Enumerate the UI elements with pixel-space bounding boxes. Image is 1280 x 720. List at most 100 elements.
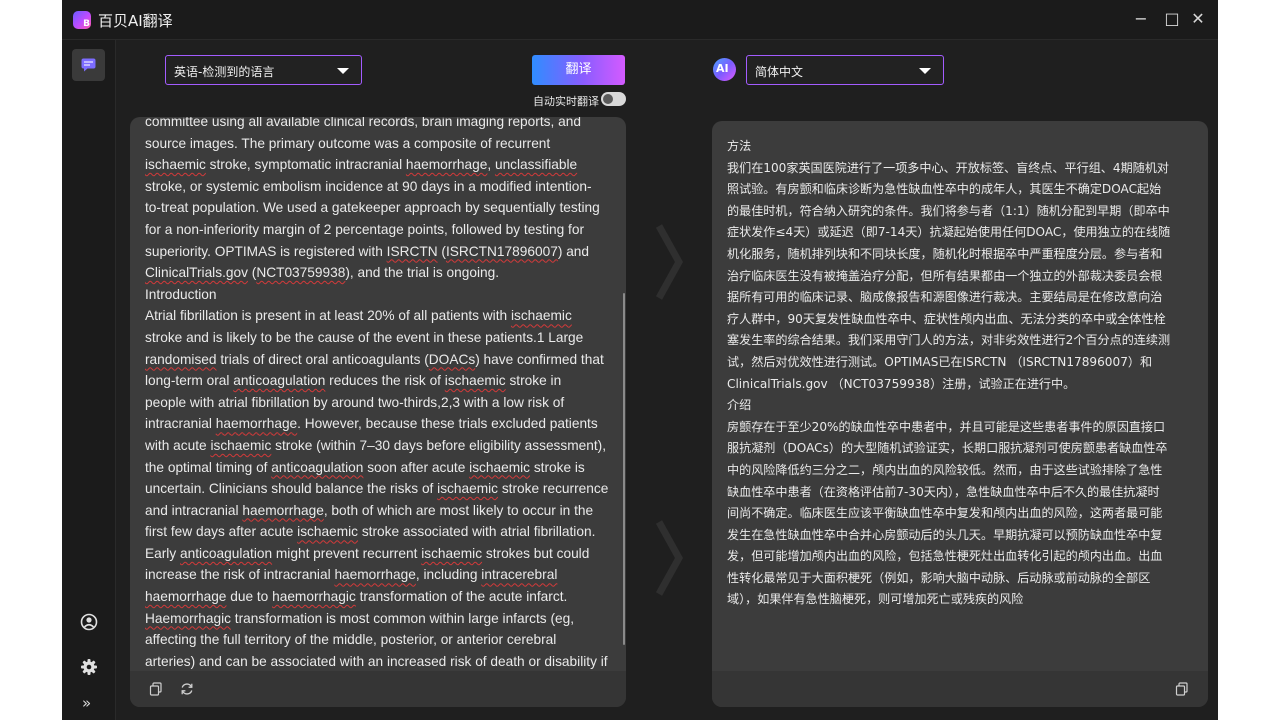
text-segment: transformation is most common within lar… bbox=[230, 610, 575, 626]
source-language-label: 英语-检测到的语言 bbox=[174, 65, 275, 79]
misspelled-word: anticoagulation bbox=[271, 459, 364, 475]
translation-line: 照试验。有房颤和临床诊断为急性缺血性卒中的成年人，其医生不确定DOAC起始 bbox=[727, 182, 1162, 197]
user-circle-icon[interactable] bbox=[79, 612, 99, 632]
source-line: randomised trials of direct oral anticoa… bbox=[145, 349, 611, 371]
translation-line: 塞发生率的综合结果。我们采用守门人的方法，对非劣效性进行2个百分点的连续测 bbox=[727, 333, 1171, 348]
translation-line: 域），如果伴有急性脑梗死，则可增加死亡或残疾的风险 bbox=[727, 592, 1024, 607]
source-line: with acute ischaemic stroke (within 7–30… bbox=[145, 435, 611, 457]
text-segment: , including bbox=[415, 567, 482, 583]
misspelled-word: haemorrhage bbox=[405, 157, 488, 173]
translation-line: 方法 bbox=[727, 139, 752, 153]
source-line: and intracranial haemorrhage, both of wh… bbox=[145, 500, 611, 522]
close-button[interactable]: ✕ bbox=[1187, 8, 1209, 30]
text-segment: , bbox=[487, 157, 495, 173]
source-line: affecting the full territory of the midd… bbox=[145, 629, 611, 651]
text-segment: the optimal timing of bbox=[145, 459, 272, 475]
translation-line: 缺血性卒中患者（在资格评估前7-30天内），急性缺血性卒中后不久的最佳抗凝时 bbox=[727, 484, 1160, 499]
source-language-select[interactable]: 英语-检测到的语言 bbox=[165, 55, 362, 85]
translation-line: 疗人群中，90天复发性缺血性卒中、症状性颅内出血、无法分类的卒中或全体性栓 bbox=[727, 311, 1166, 326]
text-segment: first few days after acute bbox=[145, 524, 298, 540]
text-segment: increase the risk of intracranial bbox=[145, 567, 335, 583]
translation-line: 房颤存在于至少20%的缺血性卒中患者中，并且可能是这些患者事件的原因直接口 bbox=[727, 419, 1166, 434]
source-line: to-treat population. We used a gatekeepe… bbox=[145, 197, 611, 219]
text-segment: arteries) and can be associated with an … bbox=[145, 653, 608, 669]
text-segment: to-treat population. We used a gatekeepe… bbox=[145, 200, 600, 216]
text-segment: stroke associated with atrial fibrillati… bbox=[358, 524, 596, 540]
translation-line: 治疗临床医生没有被掩盖治疗分配，但所有结果都由一个独立的外部裁决委员会根 bbox=[727, 268, 1163, 283]
text-segment: stroke and is likely to be the cause of … bbox=[145, 329, 584, 345]
translation-line: 试，然后对优效性进行测试。OPTIMAS已在ISRCTN （ISRCTN1789… bbox=[727, 354, 1153, 369]
text-segment: stroke, or systemic embolism incidence a… bbox=[145, 178, 592, 194]
misspelled-word: haemorrhage bbox=[334, 567, 416, 583]
text-segment: stroke recurrence bbox=[498, 481, 609, 497]
text-segment: Introduction bbox=[145, 286, 217, 302]
source-line: the optimal timing of anticoagulation so… bbox=[145, 457, 611, 479]
text-segment: for a non-inferiority margin of 2 percen… bbox=[145, 221, 584, 237]
text-segment: ) and bbox=[557, 243, 590, 259]
gear-icon[interactable] bbox=[79, 657, 99, 677]
auto-translate-toggle[interactable] bbox=[601, 92, 626, 106]
source-line: stroke and is likely to be the cause of … bbox=[145, 327, 611, 349]
text-segment: trials of direct oral anticoagulants ( bbox=[216, 351, 429, 367]
translation-line: 发生在急性缺血性卒中合并心房颤动后的头几天。早期抗凝可以预防缺血性卒中复 bbox=[727, 527, 1163, 542]
minimize-button[interactable]: − bbox=[1130, 8, 1152, 30]
translation-line: 的最佳时机，符合纳入研究的条件。我们将参与者（1:1）随机分配到早期（即卒中 bbox=[727, 203, 1170, 218]
source-line: first few days after acute ischaemic str… bbox=[145, 521, 611, 543]
text-segment: and intracranial bbox=[145, 502, 243, 518]
text-segment: transformation of the acute infarct. bbox=[355, 589, 568, 605]
translation-line: 间尚不确定。临床医生应该平衡缺血性卒中复发和颅内出血的风险，这两者最可能 bbox=[727, 506, 1163, 521]
translation-line: 服抗凝剂（DOACs）的大型随机试验证实，长期口服抗凝剂可使房颤患者缺血性卒 bbox=[727, 441, 1168, 456]
source-scrollbar[interactable] bbox=[623, 293, 625, 645]
refresh-icon[interactable] bbox=[180, 682, 194, 696]
translation-line: 介绍 bbox=[727, 398, 752, 413]
chevron-right-icon bbox=[655, 224, 684, 300]
translation-line: 中的风险降低约三分之二，颅内出血的风险较低。然而，由于这些试验排除了急性 bbox=[727, 462, 1163, 477]
translation-text-area[interactable]: 方法 我们在100家英国医院进行了一项多中心、开放标签、盲终点、平行组、4期随机对… bbox=[727, 136, 1197, 611]
ai-badge-text: AI bbox=[716, 62, 729, 75]
source-text-panel[interactable]: committee using all available clinical r… bbox=[130, 117, 626, 707]
text-segment: superiority. OPTIMAS is registered with bbox=[145, 243, 387, 259]
misspelled-word: ischaemic bbox=[421, 545, 483, 561]
ai-engine-icon[interactable]: AI bbox=[713, 58, 736, 81]
misspelled-word: ischaemic bbox=[145, 157, 206, 173]
text-segment: uncertain. Clinicians should balance the… bbox=[145, 481, 438, 497]
misspelled-word: haemorrhage bbox=[145, 589, 227, 605]
source-panel-footer bbox=[130, 671, 626, 707]
sidebar-item-translate[interactable] bbox=[72, 49, 105, 81]
copy-icon[interactable] bbox=[1175, 682, 1189, 696]
app-title: 百贝AI翻译 bbox=[98, 12, 173, 30]
misspelled-word: haemorrhage bbox=[215, 416, 298, 432]
source-line: Atrial fibrillation is present in at lea… bbox=[145, 305, 611, 327]
translate-button[interactable]: 翻译 bbox=[532, 55, 625, 85]
source-text-area[interactable]: committee using all available clinical r… bbox=[145, 117, 611, 672]
maximize-button[interactable]: □ bbox=[1161, 8, 1183, 30]
double-chevron-icon[interactable]: » bbox=[82, 694, 91, 712]
source-line: intracranial haemorrhage. However, becau… bbox=[145, 413, 611, 435]
target-panel-footer bbox=[712, 671, 1208, 707]
translation-line: 发，但可能增加颅内出血的风险，包括急性梗死灶出血转化引起的颅内出血。出血 bbox=[727, 549, 1163, 564]
source-line: for a non-inferiority margin of 2 percen… bbox=[145, 219, 611, 241]
logo-letter: B bbox=[83, 19, 90, 29]
source-line: source images. The primary outcome was a… bbox=[145, 133, 611, 155]
text-segment: Atrial fibrillation is present in at lea… bbox=[145, 308, 511, 324]
misspelled-word: ISRCTN17896007 bbox=[445, 243, 558, 259]
text-segment: people with atrial fibrillation by aroun… bbox=[145, 394, 565, 410]
text-segment: reduces the risk of bbox=[325, 373, 445, 389]
source-line: superiority. OPTIMAS is registered with … bbox=[145, 241, 611, 263]
misspelled-word: ClinicalTrials.gov bbox=[145, 265, 248, 281]
source-line: Haemorrhagic transformation is most comm… bbox=[145, 608, 611, 630]
copy-icon[interactable] bbox=[149, 682, 163, 696]
misspelled-word: ischaemic bbox=[210, 437, 272, 453]
target-language-select[interactable]: 简体中文 bbox=[746, 55, 944, 85]
misspelled-word: unclassifiable bbox=[494, 157, 578, 173]
text-segment: soon after acute bbox=[363, 459, 470, 475]
translation-result-panel[interactable]: 方法 我们在100家英国医院进行了一项多中心、开放标签、盲终点、平行组、4期随机对… bbox=[712, 121, 1208, 707]
source-line: Early anticoagulation might prevent recu… bbox=[145, 543, 611, 565]
chevron-down-icon bbox=[919, 68, 931, 74]
source-line: committee using all available clinical r… bbox=[145, 117, 611, 133]
source-line: uncertain. Clinicians should balance the… bbox=[145, 478, 611, 500]
translator-window: B 百贝AI翻译 − □ ✕ » 英语-检测到的语言 翻译 自动实时翻译 AI … bbox=[62, 0, 1218, 720]
text-segment: long-term oral bbox=[145, 373, 234, 389]
translation-line: 症状发作≤4天）或延迟（即7-14天）抗凝起始使用任何DOAC，使用独立的在线随 bbox=[727, 225, 1171, 240]
text-segment: might prevent recurrent bbox=[272, 545, 422, 561]
